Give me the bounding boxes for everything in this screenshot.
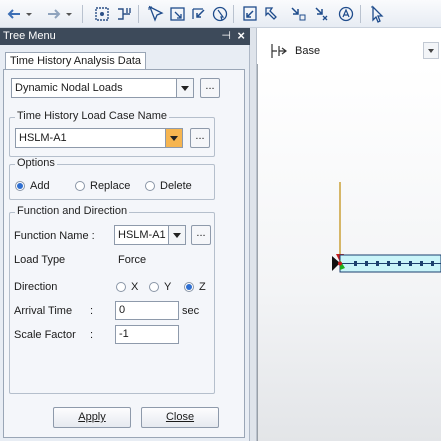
close-panel-icon[interactable]: × (237, 27, 245, 44)
direction-z-radio[interactable]: Z (184, 280, 206, 294)
load-case-browse-button[interactable]: ... (190, 128, 210, 148)
unselect-all-icon[interactable] (262, 4, 282, 24)
panel-title: Tree Menu (3, 30, 56, 42)
radio-dot[interactable] (145, 181, 155, 191)
select-single-icon[interactable] (210, 4, 230, 24)
load-type-select[interactable]: Dynamic Nodal Loads (11, 78, 194, 98)
element-select-icon[interactable] (114, 4, 134, 24)
arrival-time-colon: : (90, 305, 94, 317)
apply-button[interactable]: Apply (53, 407, 131, 428)
options-group: Options Add Replace Delete (9, 157, 215, 200)
radio-dot[interactable] (184, 282, 194, 292)
chevron-down-icon[interactable] (423, 42, 439, 59)
panel-title-bar: Tree Menu ⊣ × (0, 28, 250, 45)
load-case-group: Time History Load Case Name HSLM-A1 ... (9, 110, 215, 157)
function-name-label: Function Name : (14, 230, 95, 242)
chevron-down-icon[interactable] (168, 226, 185, 244)
load-case-select-value: HSLM-A1 (19, 132, 67, 144)
load-case-select[interactable]: HSLM-A1 (15, 128, 183, 148)
radio-dot[interactable] (149, 282, 159, 292)
previous-select-icon[interactable] (288, 4, 308, 24)
unselect-icon[interactable] (240, 4, 260, 24)
radio-dot[interactable] (15, 181, 25, 191)
tab-time-history-analysis-data[interactable]: Time History Analysis Data (5, 52, 147, 69)
options-group-label: Options (15, 157, 57, 169)
model-drawing (256, 64, 441, 441)
tree-menu-panel: Time History Analysis Data Dynamic Nodal… (0, 45, 250, 441)
close-button[interactable]: Close (141, 407, 219, 428)
redo-dropdown-icon[interactable] (64, 4, 74, 24)
model-canvas[interactable] (256, 64, 441, 441)
undo-dropdown-icon[interactable] (24, 4, 34, 24)
scale-factor-label: Scale Factor (14, 329, 76, 341)
option-add-radio[interactable]: Add (15, 179, 50, 193)
panel-splitter[interactable] (250, 28, 257, 441)
chevron-down-icon[interactable] (165, 129, 182, 147)
select-icon[interactable] (146, 4, 166, 24)
direction-label: Direction (14, 281, 58, 293)
direction-z-label: Z (199, 281, 206, 293)
load-case-group-label: Time History Load Case Name (15, 110, 169, 122)
node-select-icon[interactable] (92, 4, 112, 24)
load-type-select-value: Dynamic Nodal Loads (15, 82, 123, 94)
option-replace-label: Replace (90, 180, 131, 192)
direction-y-radio[interactable]: Y (149, 280, 171, 294)
load-type-label: Load Type (14, 254, 66, 266)
toolbar-separator (360, 5, 361, 23)
radio-dot[interactable] (75, 181, 85, 191)
direction-x-radio[interactable]: X (116, 280, 138, 294)
option-delete-label: Delete (160, 180, 192, 192)
chevron-down-icon[interactable] (176, 79, 193, 97)
function-name-browse-button[interactable]: ... (191, 225, 211, 245)
arrival-time-input[interactable]: 0 (115, 301, 179, 320)
apply-button-label: Apply (78, 411, 106, 423)
direction-y-label: Y (164, 281, 172, 293)
close-button-label: Close (165, 411, 195, 423)
load-type-value: Force (118, 254, 147, 266)
select-by-plane-icon[interactable] (312, 4, 332, 24)
pointer-icon[interactable] (368, 4, 388, 24)
radio-dot[interactable] (116, 282, 126, 292)
select-window-icon[interactable] (168, 4, 188, 24)
arrival-time-label: Arrival Time (14, 305, 73, 317)
direction-x-label: X (131, 281, 139, 293)
support-node (338, 261, 342, 266)
plane-select-value[interactable]: Base (295, 45, 320, 57)
option-add-label: Add (30, 180, 50, 192)
view-header: Base (257, 28, 441, 61)
main-toolbar (0, 0, 441, 28)
function-name-select[interactable]: HSLM-A1 (114, 225, 186, 245)
select-polygon-icon[interactable] (190, 4, 210, 24)
model-view: Base (256, 28, 441, 441)
function-name-value: HSLM-A1 (118, 229, 166, 241)
function-direction-group: Function and Direction Function Name : H… (9, 205, 215, 394)
arrival-time-unit: sec (182, 305, 200, 317)
redo-icon[interactable] (44, 4, 64, 24)
function-direction-group-label: Function and Direction (15, 205, 130, 217)
query-icon[interactable] (336, 4, 356, 24)
scale-factor-input[interactable]: -1 (115, 325, 179, 344)
scale-factor-colon: : (90, 329, 94, 341)
undo-icon[interactable] (4, 4, 24, 24)
plane-icon (271, 44, 287, 58)
pin-icon[interactable]: ⊣ (221, 28, 231, 45)
toolbar-separator (82, 5, 83, 23)
option-replace-radio[interactable]: Replace (75, 179, 130, 193)
toolbar-separator (233, 5, 234, 23)
tab-content: Dynamic Nodal Loads ... Time History Loa… (3, 70, 245, 438)
load-type-browse-button[interactable]: ... (200, 78, 220, 98)
toolbar-separator (138, 5, 139, 23)
option-delete-radio[interactable]: Delete (145, 179, 192, 193)
